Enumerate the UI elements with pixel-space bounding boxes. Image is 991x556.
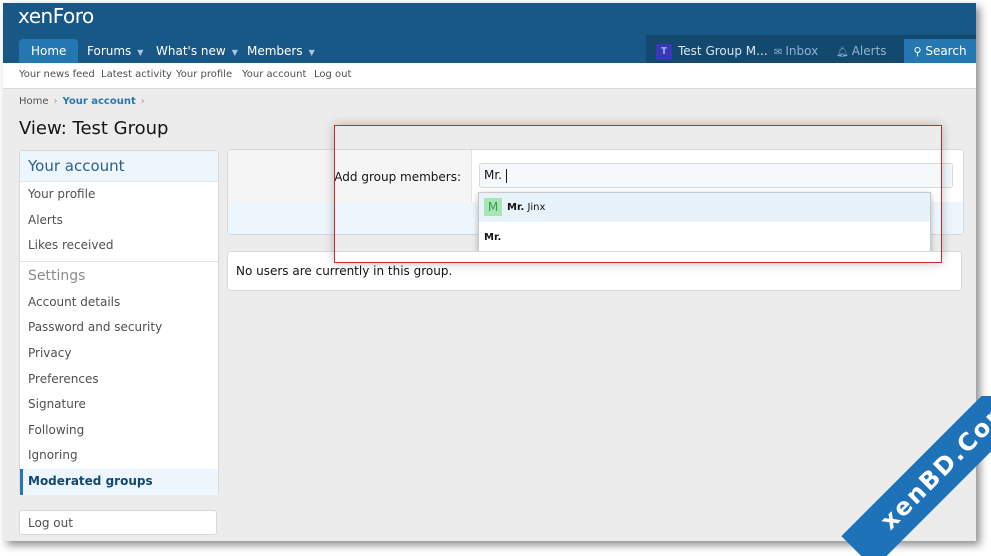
site-logo[interactable]: xenForo — [18, 4, 94, 28]
bell-icon: 🔔︎ — [836, 47, 849, 58]
subnav-your-account[interactable]: Your account — [242, 69, 306, 80]
sidebar-item-password-security[interactable]: Password and security — [20, 315, 218, 341]
sidebar-item-moderated-groups[interactable]: Moderated groups — [20, 468, 218, 495]
breadcrumb: Home › Your account › — [19, 96, 150, 107]
watermark-text: xenBD.Com — [841, 396, 991, 556]
sidebar-item-signature[interactable]: Signature — [20, 392, 218, 418]
main-nav: Home Forums ▼ What's new ▼ Members ▼ T Test … — [3, 35, 976, 63]
account-sidebar: Your account Your profile Alerts Likes r… — [19, 150, 219, 495]
chevron-right-icon: › — [53, 96, 58, 107]
chevron-down-icon[interactable]: ▼ — [309, 48, 315, 57]
search-icon: ⚲ — [913, 45, 922, 58]
sidebar-item-alerts[interactable]: Alerts — [20, 208, 218, 234]
page-title: View: Test Group — [19, 118, 169, 139]
sidebar-item-following[interactable]: Following — [20, 418, 218, 444]
avatar: T — [656, 43, 672, 60]
highlight-annotation — [334, 125, 942, 263]
chevron-down-icon[interactable]: ▼ — [137, 48, 143, 57]
subnav-news-feed[interactable]: Your news feed — [19, 69, 95, 80]
sidebar-heading[interactable]: Your account — [20, 151, 218, 182]
inbox-link[interactable]: ✉ Inbox — [774, 39, 818, 63]
watermark-ribbon: xenBD.Com — [831, 396, 991, 556]
breadcrumb-current[interactable]: Your account — [63, 96, 136, 107]
subnav-log-out[interactable]: Log out — [314, 69, 351, 80]
sub-nav: Your news feed Latest activity Your prof… — [3, 63, 976, 89]
subnav-your-profile[interactable]: Your profile — [176, 69, 232, 80]
header-top: xenForo — [3, 3, 976, 39]
alerts-link[interactable]: 🔔︎ Alerts — [836, 39, 887, 63]
envelope-icon: ✉ — [774, 47, 783, 58]
account-menu[interactable]: T Test Group M... — [656, 39, 768, 63]
sidebar-item-ignoring[interactable]: Ignoring — [20, 443, 218, 469]
nav-whats-new[interactable]: What's new ▼ — [144, 39, 250, 63]
sidebar-item-likes-received[interactable]: Likes received — [20, 233, 218, 259]
sidebar-settings-heading: Settings — [20, 260, 218, 290]
breadcrumb-home[interactable]: Home — [19, 96, 49, 107]
account-area: T Test Group M... ✉ Inbox 🔔︎ Alerts ⚲ Searc… — [646, 35, 976, 63]
sidebar-item-privacy[interactable]: Privacy — [20, 341, 218, 367]
sidebar-item-preferences[interactable]: Preferences — [20, 367, 218, 393]
sidebar-item-your-profile[interactable]: Your profile — [20, 182, 218, 208]
nav-members[interactable]: Members ▼ — [235, 39, 327, 63]
sidebar-logout[interactable]: Log out — [19, 510, 217, 535]
search-button[interactable]: ⚲ Search — [904, 39, 976, 63]
nav-home[interactable]: Home — [19, 39, 79, 63]
chevron-right-icon: › — [140, 96, 145, 107]
subnav-latest-activity[interactable]: Latest activity — [101, 69, 172, 80]
sidebar-item-account-details[interactable]: Account details — [20, 290, 218, 316]
